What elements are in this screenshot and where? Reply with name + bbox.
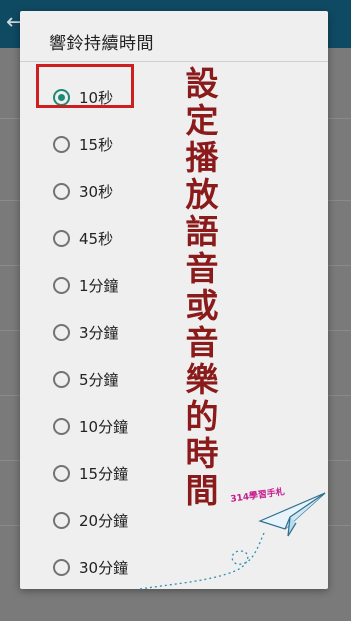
ring-duration-dialog: 響鈴持續時間 10秒 15秒 30秒 45秒 1分鐘 3分鐘 5分鐘 10分鐘 15分鐘 20分鐘…: [20, 11, 330, 590]
duration-option-label: 45秒: [79, 229, 114, 248]
radio-unchecked-icon[interactable]: [53, 370, 70, 388]
duration-option[interactable]: 1分鐘: [20, 265, 320, 305]
duration-option[interactable]: 5分鐘: [20, 359, 320, 399]
dialog-title: 響鈴持續時間: [49, 34, 154, 54]
duration-option[interactable]: 45秒: [20, 218, 320, 258]
title-divider: [20, 61, 328, 62]
duration-option-label: 1分鐘: [79, 276, 119, 295]
selection-highlight-box: [36, 64, 134, 108]
radio-unchecked-icon[interactable]: [53, 135, 70, 153]
duration-option-label: 15秒: [79, 135, 114, 154]
radio-unchecked-icon[interactable]: [53, 323, 70, 341]
duration-option[interactable]: 3分鐘: [20, 312, 320, 352]
watermark: 314學習手札: [140, 481, 330, 590]
duration-option-label: 30分鐘: [79, 558, 129, 577]
duration-option-label: 20分鐘: [79, 511, 129, 530]
radio-unchecked-icon[interactable]: [53, 558, 70, 576]
duration-option-label: 10分鐘: [79, 417, 129, 436]
annotation-text: 設定播放語音或音樂的時間: [185, 64, 219, 510]
duration-option[interactable]: 15秒: [20, 124, 320, 164]
radio-unchecked-icon[interactable]: [53, 229, 70, 247]
radio-unchecked-icon[interactable]: [53, 276, 70, 294]
duration-option-label: 5分鐘: [79, 370, 119, 389]
duration-option-label: 30秒: [79, 182, 114, 201]
radio-unchecked-icon[interactable]: [53, 182, 70, 200]
duration-option-label: 3分鐘: [79, 323, 119, 342]
duration-option[interactable]: 10分鐘: [20, 406, 320, 446]
dotted-trail-icon: [140, 530, 266, 590]
radio-unchecked-icon[interactable]: [53, 511, 70, 529]
duration-option-label: 15分鐘: [79, 464, 129, 483]
radio-unchecked-icon[interactable]: [53, 464, 70, 482]
radio-unchecked-icon[interactable]: [53, 417, 70, 435]
duration-option[interactable]: 30秒: [20, 171, 320, 211]
